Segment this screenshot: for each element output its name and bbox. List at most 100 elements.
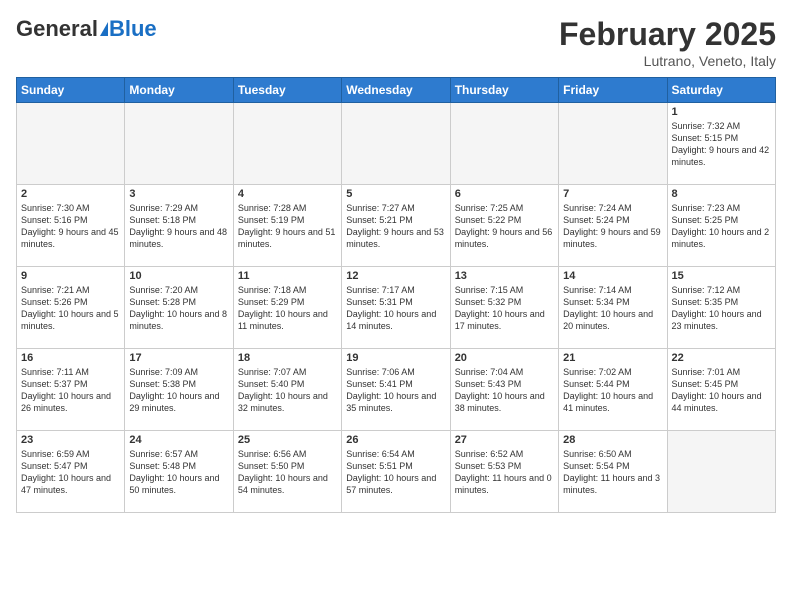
- calendar-cell: 16 Sunrise: 7:11 AMSunset: 5:37 PMDayligh…: [17, 349, 125, 431]
- calendar-cell: 12 Sunrise: 7:17 AMSunset: 5:31 PMDayligh…: [342, 267, 450, 349]
- week-row-2: 2Sunrise: 7:30 AMSunset: 5:16 PMDaylight…: [17, 185, 776, 267]
- day-info: Sunrise: 7:01 AMSunset: 5:45 PMDaylight:…: [672, 366, 771, 415]
- calendar-cell: 21 Sunrise: 7:02 AMSunset: 5:44 PMDayligh…: [559, 349, 667, 431]
- day-number: 11: [238, 270, 337, 282]
- day-number: 13: [455, 270, 554, 282]
- day-number: 19: [346, 352, 445, 364]
- calendar-cell: [450, 103, 558, 185]
- day-number: 16: [21, 352, 120, 364]
- calendar-cell: 8 Sunrise: 7:23 AMSunset: 5:25 PMDaylight…: [667, 185, 775, 267]
- calendar-cell: [233, 103, 341, 185]
- calendar-cell: 5 Sunrise: 7:27 AMSunset: 5:21 PMDaylight…: [342, 185, 450, 267]
- day-info: Sunrise: 7:07 AMSunset: 5:40 PMDaylight:…: [238, 366, 337, 415]
- week-row-3: 9 Sunrise: 7:21 AMSunset: 5:26 PMDaylight…: [17, 267, 776, 349]
- calendar-cell: 6Sunrise: 7:25 AMSunset: 5:22 PMDaylight…: [450, 185, 558, 267]
- calendar-cell: 13 Sunrise: 7:15 AMSunset: 5:32 PMDayligh…: [450, 267, 558, 349]
- week-row-4: 16 Sunrise: 7:11 AMSunset: 5:37 PMDayligh…: [17, 349, 776, 431]
- day-number: 24: [129, 434, 228, 446]
- day-info: Sunrise: 7:02 AMSunset: 5:44 PMDaylight:…: [563, 366, 662, 415]
- day-number: 8: [672, 188, 771, 200]
- day-info: Sunrise: 7:30 AMSunset: 5:16 PMDaylight:…: [21, 202, 120, 251]
- day-number: 12: [346, 270, 445, 282]
- logo-blue-text: Blue: [109, 16, 157, 42]
- day-number: 25: [238, 434, 337, 446]
- day-info: Sunrise: 7:27 AMSunset: 5:21 PMDaylight:…: [346, 202, 445, 251]
- calendar-cell: [342, 103, 450, 185]
- calendar-cell: 22 Sunrise: 7:01 AMSunset: 5:45 PMDayligh…: [667, 349, 775, 431]
- day-number: 15: [672, 270, 771, 282]
- calendar-cell: 10 Sunrise: 7:20 AMSunset: 5:28 PMDayligh…: [125, 267, 233, 349]
- weekday-header-row: SundayMondayTuesdayWednesdayThursdayFrid…: [17, 78, 776, 103]
- day-number: 3: [129, 188, 228, 200]
- weekday-header-sunday: Sunday: [17, 78, 125, 103]
- day-number: 22: [672, 352, 771, 364]
- day-info: Sunrise: 7:32 AMSunset: 5:15 PMDaylight:…: [672, 120, 771, 169]
- day-info: Sunrise: 7:11 AMSunset: 5:37 PMDaylight:…: [21, 366, 120, 415]
- month-title: February 2025: [559, 16, 776, 53]
- day-info: Sunrise: 7:15 AMSunset: 5:32 PMDaylight:…: [455, 284, 554, 333]
- day-number: 7: [563, 188, 662, 200]
- day-number: 27: [455, 434, 554, 446]
- calendar-cell: 1 Sunrise: 7:32 AMSunset: 5:15 PMDaylight…: [667, 103, 775, 185]
- day-number: 28: [563, 434, 662, 446]
- day-info: Sunrise: 7:17 AMSunset: 5:31 PMDaylight:…: [346, 284, 445, 333]
- calendar-cell: 25 Sunrise: 6:56 AMSunset: 5:50 PMDayligh…: [233, 431, 341, 513]
- weekday-header-friday: Friday: [559, 78, 667, 103]
- calendar-cell: [125, 103, 233, 185]
- logo-general-text: General: [16, 16, 98, 42]
- weekday-header-monday: Monday: [125, 78, 233, 103]
- calendar-cell: 17 Sunrise: 7:09 AMSunset: 5:38 PMDayligh…: [125, 349, 233, 431]
- logo-icon: [100, 22, 108, 36]
- day-info: Sunrise: 7:06 AMSunset: 5:41 PMDaylight:…: [346, 366, 445, 415]
- day-info: Sunrise: 6:56 AMSunset: 5:50 PMDaylight:…: [238, 448, 337, 497]
- weekday-header-saturday: Saturday: [667, 78, 775, 103]
- week-row-1: 1 Sunrise: 7:32 AMSunset: 5:15 PMDaylight…: [17, 103, 776, 185]
- day-number: 6: [455, 188, 554, 200]
- day-info: Sunrise: 6:50 AMSunset: 5:54 PMDaylight:…: [563, 448, 662, 497]
- calendar-cell: 9 Sunrise: 7:21 AMSunset: 5:26 PMDaylight…: [17, 267, 125, 349]
- logo: General Blue: [16, 16, 157, 42]
- calendar-cell: 26Sunrise: 6:54 AMSunset: 5:51 PMDayligh…: [342, 431, 450, 513]
- calendar-table: SundayMondayTuesdayWednesdayThursdayFrid…: [16, 77, 776, 513]
- week-row-5: 23Sunrise: 6:59 AMSunset: 5:47 PMDayligh…: [17, 431, 776, 513]
- location: Lutrano, Veneto, Italy: [559, 53, 776, 69]
- day-number: 20: [455, 352, 554, 364]
- calendar-cell: 11 Sunrise: 7:18 AMSunset: 5:29 PMDayligh…: [233, 267, 341, 349]
- day-number: 17: [129, 352, 228, 364]
- calendar-cell: 23Sunrise: 6:59 AMSunset: 5:47 PMDayligh…: [17, 431, 125, 513]
- calendar-cell: 27Sunrise: 6:52 AMSunset: 5:53 PMDayligh…: [450, 431, 558, 513]
- calendar-cell: 24 Sunrise: 6:57 AMSunset: 5:48 PMDayligh…: [125, 431, 233, 513]
- weekday-header-wednesday: Wednesday: [342, 78, 450, 103]
- day-number: 21: [563, 352, 662, 364]
- calendar-cell: 28 Sunrise: 6:50 AMSunset: 5:54 PMDayligh…: [559, 431, 667, 513]
- title-block: February 2025 Lutrano, Veneto, Italy: [559, 16, 776, 69]
- day-number: 18: [238, 352, 337, 364]
- day-info: Sunrise: 7:14 AMSunset: 5:34 PMDaylight:…: [563, 284, 662, 333]
- calendar-cell: 4Sunrise: 7:28 AMSunset: 5:19 PMDaylight…: [233, 185, 341, 267]
- day-number: 5: [346, 188, 445, 200]
- day-info: Sunrise: 6:57 AMSunset: 5:48 PMDaylight:…: [129, 448, 228, 497]
- day-info: Sunrise: 7:04 AMSunset: 5:43 PMDaylight:…: [455, 366, 554, 415]
- calendar-cell: 7Sunrise: 7:24 AMSunset: 5:24 PMDaylight…: [559, 185, 667, 267]
- calendar-cell: 14Sunrise: 7:14 AMSunset: 5:34 PMDayligh…: [559, 267, 667, 349]
- day-info: Sunrise: 7:23 AMSunset: 5:25 PMDaylight:…: [672, 202, 771, 251]
- weekday-header-tuesday: Tuesday: [233, 78, 341, 103]
- day-info: Sunrise: 7:20 AMSunset: 5:28 PMDaylight:…: [129, 284, 228, 333]
- day-number: 1: [672, 106, 771, 118]
- day-info: Sunrise: 7:18 AMSunset: 5:29 PMDaylight:…: [238, 284, 337, 333]
- day-info: Sunrise: 7:28 AMSunset: 5:19 PMDaylight:…: [238, 202, 337, 251]
- day-info: Sunrise: 6:59 AMSunset: 5:47 PMDaylight:…: [21, 448, 120, 497]
- calendar-cell: 3Sunrise: 7:29 AMSunset: 5:18 PMDaylight…: [125, 185, 233, 267]
- day-number: 10: [129, 270, 228, 282]
- calendar-cell: 18 Sunrise: 7:07 AMSunset: 5:40 PMDayligh…: [233, 349, 341, 431]
- day-info: Sunrise: 6:54 AMSunset: 5:51 PMDaylight:…: [346, 448, 445, 497]
- day-info: Sunrise: 7:21 AMSunset: 5:26 PMDaylight:…: [21, 284, 120, 333]
- page-header: General Blue February 2025 Lutrano, Vene…: [16, 16, 776, 69]
- calendar-cell: 20 Sunrise: 7:04 AMSunset: 5:43 PMDayligh…: [450, 349, 558, 431]
- day-number: 9: [21, 270, 120, 282]
- day-info: Sunrise: 7:09 AMSunset: 5:38 PMDaylight:…: [129, 366, 228, 415]
- calendar-cell: 19 Sunrise: 7:06 AMSunset: 5:41 PMDayligh…: [342, 349, 450, 431]
- calendar-cell: [559, 103, 667, 185]
- calendar-cell: 2Sunrise: 7:30 AMSunset: 5:16 PMDaylight…: [17, 185, 125, 267]
- calendar-cell: [667, 431, 775, 513]
